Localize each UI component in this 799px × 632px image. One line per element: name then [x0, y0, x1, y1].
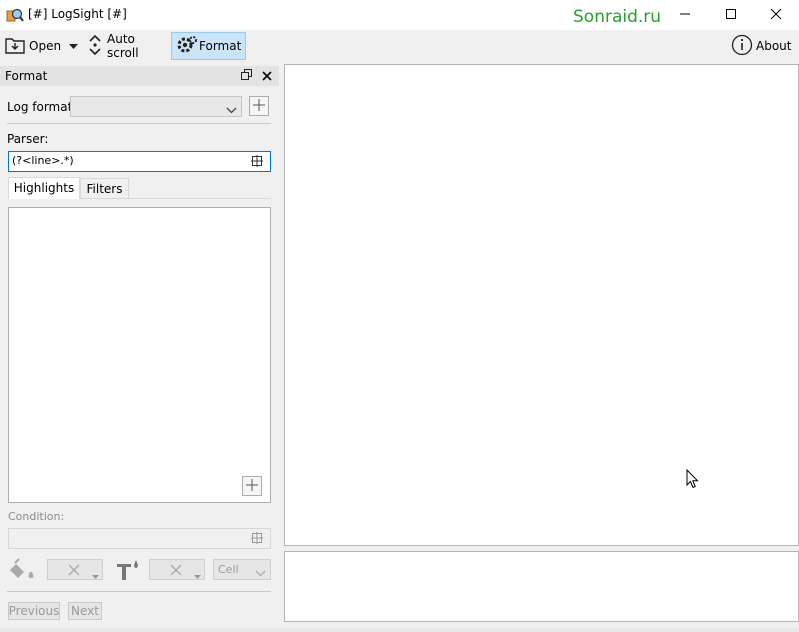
info-icon — [731, 34, 753, 59]
format-panel: Format Log format: Parser: (?<line>.*) H… — [0, 64, 279, 632]
plus-icon — [246, 478, 258, 494]
title-bar: [#] LogSight [#] Sonraid.ru — [0, 0, 799, 30]
detail-view[interactable] — [284, 551, 799, 622]
log-view[interactable] — [284, 64, 799, 546]
highlights-list[interactable] — [8, 207, 271, 503]
previous-button: Previous — [8, 602, 60, 620]
toolbar: Open Auto scroll Format About — [0, 30, 799, 62]
condition-input — [8, 528, 271, 549]
next-label: Next — [71, 604, 99, 618]
tab-filters-label: Filters — [86, 181, 123, 196]
format-panel-title: Format — [5, 69, 48, 83]
regex-editor-icon[interactable] — [251, 155, 263, 170]
text-color-select — [149, 559, 205, 580]
maximize-button[interactable] — [708, 0, 754, 30]
tab-highlights-label: Highlights — [13, 181, 75, 195]
auto-scroll-button[interactable]: Auto scroll — [86, 32, 166, 60]
gears-icon — [176, 34, 198, 59]
minimize-icon — [679, 8, 691, 23]
tab-filters[interactable]: Filters — [80, 178, 129, 199]
open-folder-icon — [4, 35, 26, 58]
plus-icon — [253, 98, 265, 114]
maximize-icon — [725, 8, 737, 23]
parser-label: Parser: — [7, 132, 49, 146]
dropdown-arrow-icon — [194, 568, 201, 582]
chevron-down-icon — [226, 103, 237, 117]
format-label: Format — [199, 39, 242, 53]
open-label: Open — [29, 39, 62, 53]
next-button: Next — [68, 602, 102, 620]
bottom-edge — [0, 628, 799, 632]
chevron-down-icon — [255, 566, 266, 580]
format-button[interactable]: Format — [171, 32, 246, 60]
auto-scroll-label: Auto scroll — [107, 32, 139, 60]
background-color-select — [47, 559, 103, 580]
auto-scroll-icon — [86, 34, 104, 59]
dropdown-arrow-icon — [92, 568, 99, 582]
mouse-cursor-icon — [686, 468, 699, 492]
divider — [7, 123, 271, 124]
app-icon — [6, 7, 24, 23]
log-format-label: Log format: — [7, 100, 77, 114]
open-dropdown-button[interactable] — [66, 32, 80, 60]
dropdown-arrow-icon — [68, 39, 78, 53]
add-log-format-button[interactable] — [249, 96, 269, 116]
clear-icon — [170, 564, 182, 579]
open-button[interactable]: Open — [4, 32, 64, 60]
clear-icon — [68, 564, 80, 579]
divider — [7, 591, 271, 592]
tab-highlights[interactable]: Highlights — [8, 177, 80, 199]
condition-label: Condition: — [8, 510, 65, 523]
close-button[interactable] — [753, 0, 799, 30]
minimize-button[interactable] — [662, 0, 708, 30]
log-format-select[interactable] — [70, 96, 242, 117]
text-color-icon — [115, 558, 143, 585]
tab-baseline — [129, 198, 271, 199]
scope-select-value: Cell — [218, 563, 239, 576]
about-label: About — [756, 39, 792, 53]
parser-value: (?<line>.*) — [12, 154, 74, 167]
watermark-text: Sonraid.ru — [573, 7, 662, 27]
paint-bucket-icon — [10, 558, 38, 585]
add-highlight-button[interactable] — [242, 476, 262, 496]
format-panel-header: Format — [0, 66, 279, 86]
float-panel-icon[interactable] — [241, 69, 252, 83]
close-panel-icon[interactable] — [262, 70, 272, 84]
scope-select: Cell — [213, 559, 271, 580]
regex-editor-icon — [251, 532, 263, 547]
about-button[interactable]: About — [731, 32, 791, 60]
parser-input[interactable]: (?<line>.*) — [8, 151, 271, 172]
previous-label: Previous — [8, 604, 60, 618]
close-icon — [770, 8, 782, 23]
window-title: [#] LogSight [#] — [28, 7, 127, 21]
